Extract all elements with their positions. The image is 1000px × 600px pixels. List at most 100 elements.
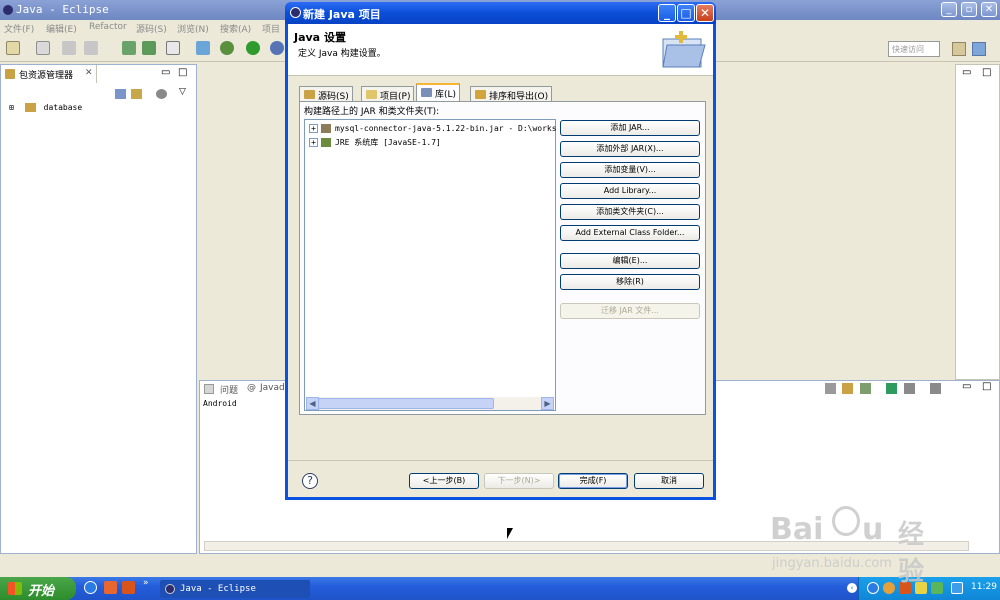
menu-project[interactable]: 项目: [262, 22, 280, 35]
maximize-view-icon[interactable]: □: [178, 67, 187, 78]
tray-app-icon[interactable]: [883, 582, 895, 594]
start-button[interactable]: 开始: [0, 577, 76, 600]
gear-icon[interactable]: [220, 41, 234, 55]
maximize-view-icon[interactable]: □: [982, 67, 991, 78]
tab-problems[interactable]: 问题: [220, 383, 238, 396]
expand-icon[interactable]: +: [309, 138, 318, 147]
menu-search[interactable]: 搜索(A): [220, 22, 251, 35]
tree-item-jre[interactable]: + JRE 系统库 [JavaSE-1.7]: [309, 137, 441, 149]
project-item[interactable]: ⊞ database: [9, 103, 82, 112]
add-jar-button[interactable]: 添加 JAR...: [560, 120, 700, 136]
package-explorer-tab[interactable]: 包资源管理器 ✕: [1, 65, 97, 83]
dialog-titlebar[interactable]: 新建 Java 项目 _ □ ✕: [285, 2, 716, 24]
taskbar-item-eclipse[interactable]: Java - Eclipse: [160, 580, 310, 598]
word-wrap-icon[interactable]: [860, 383, 871, 394]
ie-tray-icon[interactable]: [867, 582, 879, 594]
view-menu-icon[interactable]: ▽: [179, 87, 186, 97]
remove-button[interactable]: 移除(R): [560, 274, 700, 290]
page-description: 定义 Java 构建设置。: [298, 49, 386, 59]
paw-logo-icon: [832, 506, 860, 536]
menu-refactor[interactable]: Refactor: [89, 22, 127, 32]
new-project-folder-icon: [662, 31, 706, 68]
close-icon[interactable]: ✕: [696, 4, 714, 22]
tab-order-export[interactable]: 排序和导出(O): [470, 86, 553, 102]
scroll-lock-icon[interactable]: [842, 383, 853, 394]
source-folder-icon: [304, 90, 315, 99]
add-external-jar-button[interactable]: 添加外部 JAR(X)...: [560, 141, 700, 157]
collapse-all-icon[interactable]: [115, 89, 126, 99]
open-perspective-icon[interactable]: [952, 42, 966, 56]
tab-javadoc[interactable]: Javad: [260, 383, 285, 393]
clear-console-icon[interactable]: [825, 383, 836, 394]
filter-icon[interactable]: [156, 89, 167, 99]
scroll-right-icon[interactable]: ▶: [541, 397, 554, 410]
edit-button[interactable]: 编辑(E)...: [560, 253, 700, 269]
migrate-jar-button[interactable]: 迁移 JAR 文件...: [560, 303, 700, 319]
tray-expand-icon[interactable]: ‹: [847, 583, 857, 593]
expand-icon[interactable]: +: [309, 124, 318, 133]
build-path-label: 构建路径上的 JAR 和类文件夹(T):: [304, 107, 440, 117]
maximize-icon[interactable]: ▫: [961, 2, 977, 17]
next-button[interactable]: 下一步(N)>: [484, 473, 554, 489]
watermark-url: jingyan.baidu.com: [772, 556, 892, 571]
tab-source[interactable]: 源码(S): [299, 86, 353, 102]
android-sdk-icon[interactable]: [142, 41, 156, 55]
minimize-icon[interactable]: _: [658, 4, 676, 22]
menu-edit[interactable]: 编辑(E): [46, 22, 77, 35]
download-icon[interactable]: [122, 41, 136, 55]
minimize-view-icon[interactable]: ▭: [161, 67, 170, 78]
help-icon[interactable]: ?: [302, 473, 318, 489]
tab-libraries[interactable]: 库(L): [416, 83, 461, 102]
system-tray: ‹ 11:29: [847, 577, 1000, 600]
close-tab-icon[interactable]: ✕: [85, 68, 93, 78]
copy-icon[interactable]: [84, 41, 98, 55]
save-icon[interactable]: [36, 41, 50, 55]
add-library-button[interactable]: Add Library...: [560, 183, 700, 199]
maximize-view-icon[interactable]: □: [982, 381, 991, 392]
run-icon[interactable]: [246, 41, 260, 55]
link-editor-icon[interactable]: [131, 89, 142, 99]
menu-source[interactable]: 源码(S): [136, 22, 167, 35]
build-path-tree[interactable]: + mysql-connector-java-5.1.22-bin.jar - D…: [304, 119, 557, 411]
minimize-view-icon[interactable]: ▭: [962, 67, 971, 78]
security-shield-icon[interactable]: [951, 582, 963, 594]
add-class-folder-button[interactable]: 添加类文件夹(C)...: [560, 204, 700, 220]
cancel-button[interactable]: 取消: [634, 473, 704, 489]
finish-button[interactable]: 完成(F): [558, 473, 628, 489]
clock: 11:29: [971, 582, 997, 592]
back-button[interactable]: <上一步(B): [409, 473, 479, 489]
chevron-right-icon[interactable]: »: [143, 578, 149, 588]
quicklaunch-icon[interactable]: [104, 581, 117, 594]
add-variable-button[interactable]: 添加变量(V)...: [560, 162, 700, 178]
menu-navigate[interactable]: 浏览(N): [177, 22, 209, 35]
horizontal-scrollbar[interactable]: [204, 541, 969, 551]
display-console-icon[interactable]: [904, 383, 915, 394]
checkbox-icon[interactable]: [166, 41, 180, 55]
debug-icon[interactable]: [196, 41, 210, 55]
add-external-class-folder-button[interactable]: Add External Class Folder...: [560, 225, 700, 241]
minimize-view-icon[interactable]: ▭: [962, 381, 971, 392]
tray-app-icon-4[interactable]: [931, 582, 943, 594]
project-folder-icon: [24, 103, 36, 112]
open-console-icon[interactable]: [930, 383, 941, 394]
ie-icon[interactable]: [84, 581, 97, 594]
eclipse-logo-icon: [3, 5, 13, 15]
new-icon[interactable]: [6, 41, 20, 55]
external-tools-icon[interactable]: [270, 41, 284, 55]
tab-projects[interactable]: 项目(P): [361, 86, 415, 102]
dialog-title: 新建 Java 项目: [303, 8, 381, 21]
menu-file[interactable]: 文件(F): [4, 22, 34, 35]
print-icon[interactable]: [62, 41, 76, 55]
tree-horizontal-scrollbar[interactable]: ◀ ▶: [306, 397, 554, 410]
maximize-icon[interactable]: □: [677, 4, 695, 22]
java-perspective-icon[interactable]: [972, 42, 986, 56]
tree-item-mysql-jar[interactable]: + mysql-connector-java-5.1.22-bin.jar - D…: [309, 124, 557, 136]
scrollbar-thumb[interactable]: [318, 398, 494, 409]
quicklaunch-icon-2[interactable]: [122, 581, 135, 594]
close-icon[interactable]: ✕: [981, 2, 997, 17]
pin-console-icon[interactable]: [886, 383, 897, 394]
jre-library-icon: [321, 138, 331, 147]
quick-access-input[interactable]: 快速访问: [888, 41, 940, 57]
minimize-icon[interactable]: _: [941, 2, 957, 17]
console-text: Android: [203, 399, 237, 408]
